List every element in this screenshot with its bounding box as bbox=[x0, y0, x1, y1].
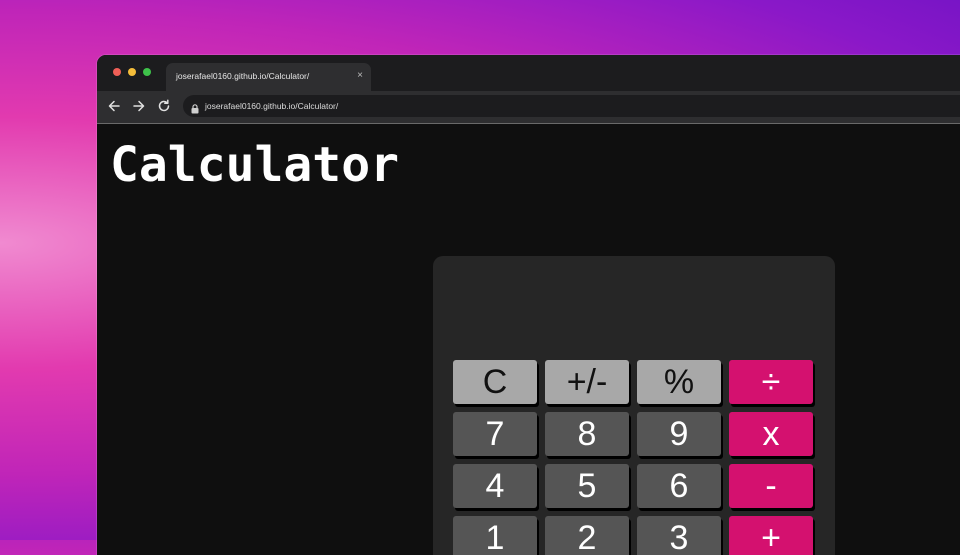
digit-9-button[interactable]: 9 bbox=[637, 412, 721, 456]
tab-title: joserafael0160.github.io/Calculator/ bbox=[176, 71, 310, 81]
percent-button[interactable]: % bbox=[637, 360, 721, 404]
digit-3-button[interactable]: 3 bbox=[637, 516, 721, 555]
digit-5-button[interactable]: 5 bbox=[545, 464, 629, 508]
clear-button[interactable]: C bbox=[453, 360, 537, 404]
close-icon[interactable]: × bbox=[357, 70, 363, 82]
window-controls bbox=[113, 68, 151, 76]
digit-8-button[interactable]: 8 bbox=[545, 412, 629, 456]
url-text[interactable]: joserafael0160.github.io/Calculator/ bbox=[205, 101, 338, 111]
page-content: Calculator C +/- % ÷ 7 8 9 x 4 5 6 - 1 2… bbox=[97, 124, 960, 555]
calculator-keypad: C +/- % ÷ 7 8 9 x 4 5 6 - 1 2 3 + bbox=[453, 360, 813, 555]
digit-4-button[interactable]: 4 bbox=[453, 464, 537, 508]
digit-7-button[interactable]: 7 bbox=[453, 412, 537, 456]
page-title: Calculator bbox=[110, 137, 399, 193]
multiply-button[interactable]: x bbox=[729, 412, 813, 456]
digit-6-button[interactable]: 6 bbox=[637, 464, 721, 508]
browser-tab[interactable]: joserafael0160.github.io/Calculator/ × bbox=[166, 63, 371, 91]
browser-window: joserafael0160.github.io/Calculator/ × j… bbox=[97, 55, 960, 555]
minimize-window-button[interactable] bbox=[128, 68, 136, 76]
reload-icon[interactable] bbox=[156, 98, 172, 114]
digit-1-button[interactable]: 1 bbox=[453, 516, 537, 555]
add-button[interactable]: + bbox=[729, 516, 813, 555]
maximize-window-button[interactable] bbox=[143, 68, 151, 76]
back-arrow-icon[interactable] bbox=[106, 98, 122, 114]
tab-bar: joserafael0160.github.io/Calculator/ × bbox=[97, 55, 960, 91]
calculator-display bbox=[453, 266, 815, 346]
address-bar[interactable]: joserafael0160.github.io/Calculator/ bbox=[183, 95, 960, 117]
browser-toolbar: joserafael0160.github.io/Calculator/ bbox=[97, 91, 960, 124]
toggle-sign-button[interactable]: +/- bbox=[545, 360, 629, 404]
divide-button[interactable]: ÷ bbox=[729, 360, 813, 404]
digit-2-button[interactable]: 2 bbox=[545, 516, 629, 555]
subtract-button[interactable]: - bbox=[729, 464, 813, 508]
forward-arrow-icon[interactable] bbox=[131, 98, 147, 114]
calculator: C +/- % ÷ 7 8 9 x 4 5 6 - 1 2 3 + bbox=[433, 256, 835, 555]
lock-icon bbox=[191, 101, 199, 114]
close-window-button[interactable] bbox=[113, 68, 121, 76]
